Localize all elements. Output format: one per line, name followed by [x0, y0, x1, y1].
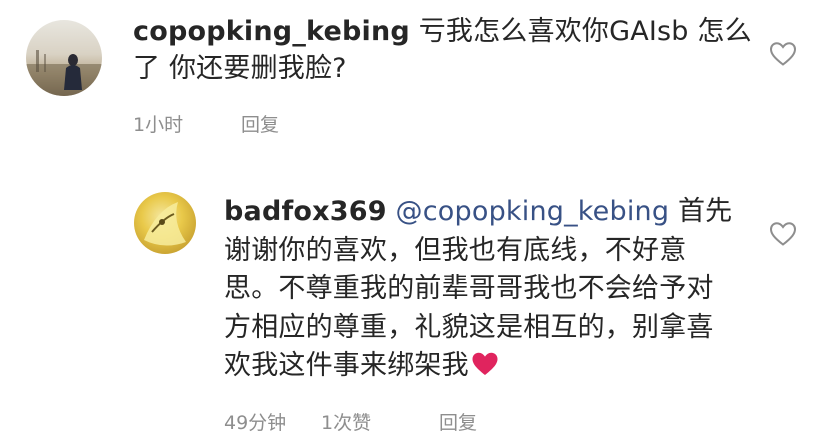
- reply-button[interactable]: 回复: [241, 110, 279, 137]
- like-button[interactable]: [769, 221, 797, 247]
- comment-text: copopking_kebing 亏我怎么喜欢你GAIsb 怎么了 你还要删我脸…: [133, 13, 753, 87]
- avatar-photo-silhouette: [26, 50, 102, 96]
- comment-text: badfox369 @copopking_kebing 首先谢谢你的喜欢，但我也…: [224, 193, 734, 386]
- like-count[interactable]: 1次赞: [321, 408, 439, 435]
- comment-username[interactable]: copopking_kebing: [133, 16, 410, 47]
- heart-outline-icon: [769, 222, 797, 246]
- comment-meta: 49分钟 1次赞 回复: [224, 408, 477, 435]
- avatar-yellow-illustration: [144, 202, 186, 246]
- comment-time: 1小时: [133, 114, 184, 136]
- like-button[interactable]: [769, 41, 797, 67]
- comment-meta: 1小时 回复: [133, 110, 279, 137]
- heart-outline-icon: [769, 42, 797, 66]
- avatar[interactable]: [26, 20, 102, 96]
- reply-button[interactable]: 回复: [439, 408, 477, 435]
- comment-time: 49分钟: [224, 412, 287, 434]
- red-heart-emoji-icon: [472, 352, 498, 375]
- mention-link[interactable]: @copopking_kebing: [396, 196, 670, 227]
- avatar[interactable]: [134, 192, 196, 254]
- comment-username[interactable]: badfox369: [224, 196, 387, 227]
